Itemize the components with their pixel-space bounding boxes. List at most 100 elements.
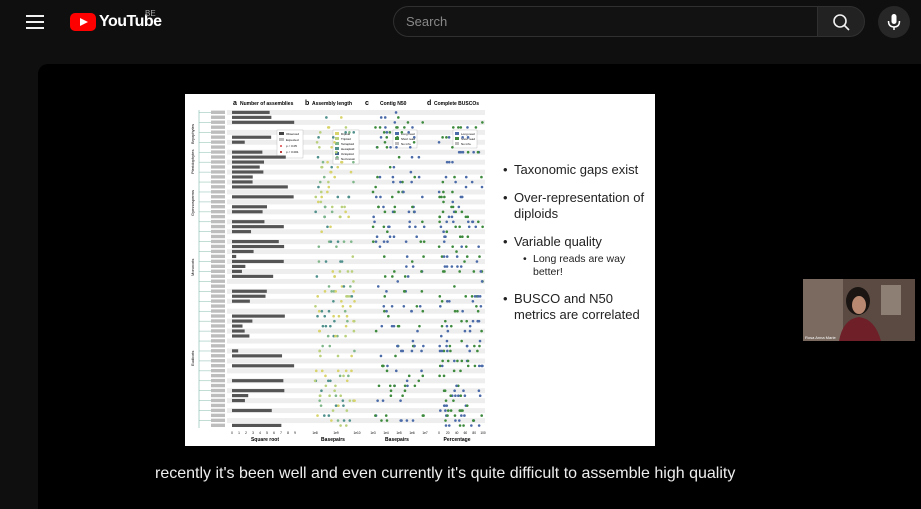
taxon-label xyxy=(211,185,225,189)
contig-n50-point xyxy=(386,240,389,243)
assembly-length-point xyxy=(318,180,322,184)
contig-n50-point xyxy=(402,304,406,308)
axis-tick-label: 1e5 xyxy=(396,431,402,435)
svg-text:Long read: Long read xyxy=(461,132,475,136)
busco-point xyxy=(479,270,483,273)
contig-n50-point xyxy=(405,419,409,422)
taxon-label xyxy=(211,229,225,234)
assembly-length-point xyxy=(316,414,319,417)
contig-n50-point xyxy=(422,225,426,229)
assembly-length-point xyxy=(320,389,323,393)
assembly-length-point xyxy=(318,394,322,398)
busco-point xyxy=(455,255,459,258)
contig-n50-point xyxy=(379,195,382,199)
taxon-label xyxy=(211,264,225,268)
contig-n50-point xyxy=(371,225,375,229)
youtube-logo[interactable]: YouTube BE xyxy=(70,9,162,33)
assembly-length-point xyxy=(342,419,346,422)
busco-point xyxy=(444,419,447,422)
assembly-length-point xyxy=(352,180,355,184)
contig-n50-point xyxy=(393,121,397,124)
busco-point xyxy=(466,235,470,239)
menu-icon[interactable] xyxy=(24,11,46,33)
assembly-length-point xyxy=(327,180,330,184)
panel-a-letter: a xyxy=(233,100,237,107)
assembly-length-point xyxy=(328,344,332,348)
assembly-length-point xyxy=(349,170,353,174)
busco-point xyxy=(444,409,447,412)
assembly-length-point xyxy=(350,354,353,358)
busco-point xyxy=(437,190,441,194)
assembly-count-bar xyxy=(232,140,245,144)
contig-n50-point xyxy=(371,190,375,194)
busco-point xyxy=(441,210,445,214)
contig-n50-point xyxy=(382,304,386,308)
voice-search-button[interactable] xyxy=(878,6,910,38)
taxon-label xyxy=(211,383,225,388)
contig-n50-point xyxy=(382,225,386,229)
busco-point xyxy=(451,205,455,209)
contig-n50-point xyxy=(382,131,386,134)
video-player[interactable]: a Number of assemblies b Assembly length… xyxy=(38,64,921,509)
busco-point xyxy=(439,225,443,229)
assembly-count-bar xyxy=(232,254,237,259)
assembly-count-bar xyxy=(232,289,267,293)
axis-tick-label: 60 xyxy=(464,431,468,435)
contig-n50-point xyxy=(379,354,383,358)
panel-c-axis-label: Basepairs xyxy=(385,437,409,443)
contig-n50-point xyxy=(406,384,409,388)
taxon-label xyxy=(211,205,225,209)
contig-n50-point xyxy=(380,324,384,328)
taxon-label xyxy=(211,403,225,408)
contig-n50-point xyxy=(401,394,404,398)
taxon-label xyxy=(211,200,225,204)
busco-point xyxy=(450,265,454,268)
contig-n50-point xyxy=(413,175,417,179)
axis-tick-label: 1e4 xyxy=(383,431,389,435)
contig-n50-point xyxy=(376,175,379,179)
contig-n50-point xyxy=(413,384,417,388)
contig-n50-point xyxy=(420,349,423,353)
busco-point xyxy=(453,309,457,313)
assembly-length-point xyxy=(320,309,324,313)
search-input[interactable] xyxy=(394,7,817,36)
busco-point xyxy=(444,399,448,402)
contig-n50-point xyxy=(395,145,398,149)
svg-text:Triploid: Triploid xyxy=(341,137,351,141)
taxon-label xyxy=(211,294,225,298)
assembly-length-point xyxy=(327,285,331,288)
taxon-label xyxy=(211,239,225,244)
taxon-label xyxy=(211,284,225,288)
busco-point xyxy=(460,359,464,363)
busco-point xyxy=(442,190,445,194)
assembly-length-point xyxy=(335,245,338,248)
taxon-label xyxy=(211,135,225,139)
contig-n50-point xyxy=(383,309,386,313)
search-button[interactable] xyxy=(817,6,865,37)
contig-n50-point xyxy=(418,304,422,308)
taxon-label xyxy=(211,219,225,224)
busco-point xyxy=(439,334,443,338)
assembly-count-bar xyxy=(232,135,272,139)
contig-n50-point xyxy=(385,131,389,134)
contig-n50-point xyxy=(421,195,424,199)
busco-point xyxy=(443,404,447,407)
contig-n50-point xyxy=(421,220,424,224)
busco-point xyxy=(454,210,458,214)
svg-text:Not known: Not known xyxy=(341,157,356,161)
contig-n50-point xyxy=(397,190,400,194)
assembly-length-point xyxy=(316,155,320,159)
busco-point xyxy=(460,319,463,323)
busco-point xyxy=(443,235,446,239)
contig-n50-point xyxy=(390,324,394,328)
assembly-length-point xyxy=(339,394,343,398)
svg-text:No info.: No info. xyxy=(401,142,412,146)
assembly-length-point xyxy=(317,260,321,263)
busco-point xyxy=(442,200,445,204)
assembly-count-bar xyxy=(232,319,253,323)
contig-n50-point xyxy=(410,309,413,313)
assembly-count-bar xyxy=(232,249,254,254)
panel-c-letter: c xyxy=(365,100,369,107)
contig-n50-point xyxy=(411,265,415,268)
contig-n50-point xyxy=(384,126,387,129)
